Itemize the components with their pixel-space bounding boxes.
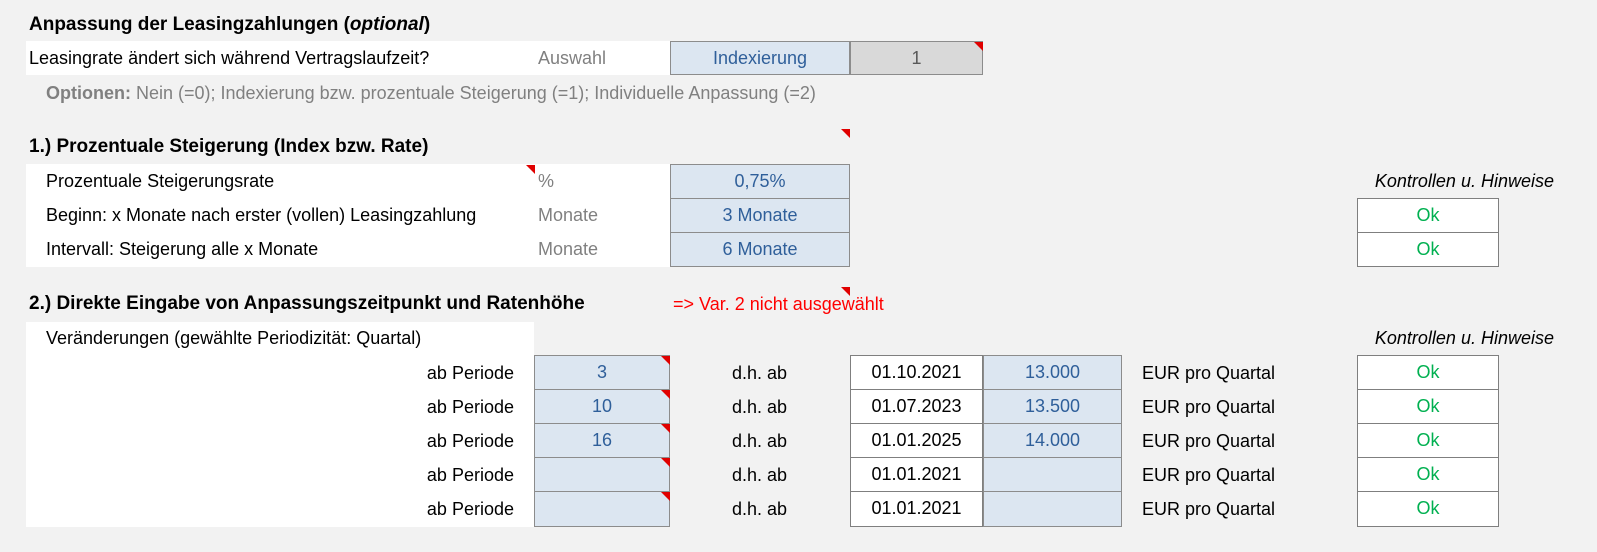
comment-marker-icon[interactable] (661, 356, 670, 365)
dh-label: d.h. ab (732, 499, 788, 519)
amount-unit: EUR pro Quartal (1142, 363, 1276, 383)
comment-marker-icon[interactable] (661, 492, 670, 501)
row-check: Ok (1357, 457, 1499, 492)
adjustment-type-select[interactable]: Indexierung (670, 41, 850, 75)
amount-input[interactable] (983, 491, 1122, 527)
section2-subheader: Veränderungen (gewählte Periodizität: Qu… (46, 328, 422, 348)
period-label: ab Periode (426, 499, 514, 519)
section1-hint-header: Kontrollen u. Hinweise (1374, 171, 1554, 191)
rate-label: Prozentuale Steigerungsrate (46, 171, 275, 191)
amount-unit: EUR pro Quartal (1142, 465, 1276, 485)
start-label: Beginn: x Monate nach erster (vollen) Le… (46, 205, 477, 225)
section2-warning: => Var. 2 nicht ausgewählt (673, 294, 884, 314)
interval-input[interactable]: 6 Monate (670, 232, 850, 267)
section2-hint-header: Kontrollen u. Hinweise (1374, 328, 1554, 348)
comment-marker-icon[interactable] (841, 287, 850, 296)
period-label: ab Periode (426, 465, 514, 485)
interval-unit: Monate (538, 239, 599, 259)
section1-title: 1.) Prozentuale Steigerung (Index bzw. R… (29, 136, 429, 157)
amount-unit: EUR pro Quartal (1142, 431, 1276, 451)
period-input[interactable] (534, 457, 670, 492)
row-check: Ok (1357, 355, 1499, 390)
question-label: Leasingrate ändert sich während Vertrags… (29, 48, 430, 68)
options-note: Optionen: Nein (=0); Indexierung bzw. pr… (46, 76, 816, 110)
options-label: Optionen: (46, 83, 131, 103)
row-check: Ok (1357, 423, 1499, 458)
dh-label: d.h. ab (732, 431, 788, 451)
date-value: 01.01.2021 (850, 457, 983, 492)
start-input[interactable]: 3 Monate (670, 198, 850, 233)
period-label: ab Periode (426, 397, 514, 417)
row-check: Ok (1357, 389, 1499, 424)
comment-marker-icon[interactable] (661, 390, 670, 399)
dh-label: d.h. ab (732, 363, 788, 383)
interval-label: Intervall: Steigerung alle x Monate (46, 239, 319, 259)
rate-unit: % (538, 171, 555, 191)
interval-check: Ok (1357, 232, 1499, 267)
start-check: Ok (1357, 198, 1499, 233)
comment-marker-icon[interactable] (526, 165, 535, 174)
comment-marker-icon[interactable] (661, 424, 670, 433)
comment-marker-icon[interactable] (841, 129, 850, 138)
amount-input[interactable]: 13.500 (983, 389, 1122, 424)
title-suffix: ) (423, 14, 431, 35)
period-input[interactable]: 3 (534, 355, 670, 390)
date-value: 01.10.2021 (850, 355, 983, 390)
section-title-leasing-adjustment: Anpassung der Leasingzahlungen (optional… (29, 8, 430, 42)
options-text: Nein (=0); Indexierung bzw. prozentuale … (130, 83, 816, 103)
row-check: Ok (1357, 491, 1499, 527)
period-label: ab Periode (426, 431, 514, 451)
period-label: ab Periode (426, 363, 514, 383)
date-value: 01.01.2025 (850, 423, 983, 458)
amount-unit: EUR pro Quartal (1142, 397, 1276, 417)
rate-input[interactable]: 0,75% (670, 164, 850, 199)
date-value: 01.01.2021 (850, 491, 983, 527)
title-optional: optional (349, 14, 424, 35)
dh-label: d.h. ab (732, 397, 788, 417)
comment-marker-icon[interactable] (661, 458, 670, 467)
period-input[interactable]: 16 (534, 423, 670, 458)
title-prefix: Anpassung der Leasingzahlungen ( (29, 14, 350, 35)
section2-title: 2.) Direkte Eingabe von Anpassungszeitpu… (29, 293, 585, 314)
comment-marker-icon[interactable] (974, 42, 983, 51)
period-input[interactable]: 10 (534, 389, 670, 424)
dh-label: d.h. ab (732, 465, 788, 485)
start-unit: Monate (538, 205, 599, 225)
period-input[interactable] (534, 491, 670, 527)
amount-input[interactable]: 13.000 (983, 355, 1122, 390)
amount-input[interactable] (983, 457, 1122, 492)
amount-input[interactable]: 14.000 (983, 423, 1122, 458)
date-value: 01.07.2023 (850, 389, 983, 424)
amount-unit: EUR pro Quartal (1142, 499, 1276, 519)
select-label: Auswahl (538, 48, 607, 68)
adjustment-type-code[interactable]: 1 (850, 41, 983, 75)
